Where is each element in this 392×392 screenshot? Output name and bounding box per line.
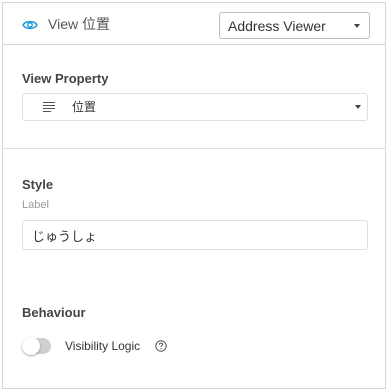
property-panel: View 位置 Address Viewer View Property 位置 … <box>2 2 386 389</box>
panel-header: View 位置 Address Viewer <box>3 3 385 45</box>
label-field-caption: Label <box>22 199 49 211</box>
visibility-logic-label: Visibility Logic <box>65 339 141 353</box>
viewer-type-value: Address Viewer <box>228 18 326 34</box>
chevron-down-icon <box>354 24 360 28</box>
section-divider <box>3 148 385 149</box>
visibility-logic-toggle[interactable] <box>22 337 51 355</box>
view-property-heading: View Property <box>22 71 109 86</box>
list-icon <box>43 102 56 113</box>
style-heading: Style <box>22 177 54 192</box>
behaviour-heading: Behaviour <box>22 305 86 320</box>
view-property-select[interactable]: 位置 <box>22 93 368 121</box>
label-input[interactable] <box>22 220 368 250</box>
help-icon[interactable] <box>155 340 167 352</box>
toggle-knob <box>22 337 40 355</box>
view-title: View 位置 <box>48 16 110 32</box>
chevron-down-icon <box>355 105 361 109</box>
view-property-value: 位置 <box>72 100 97 114</box>
eye-icon[interactable] <box>22 19 38 31</box>
viewer-type-select[interactable]: Address Viewer <box>219 12 370 39</box>
